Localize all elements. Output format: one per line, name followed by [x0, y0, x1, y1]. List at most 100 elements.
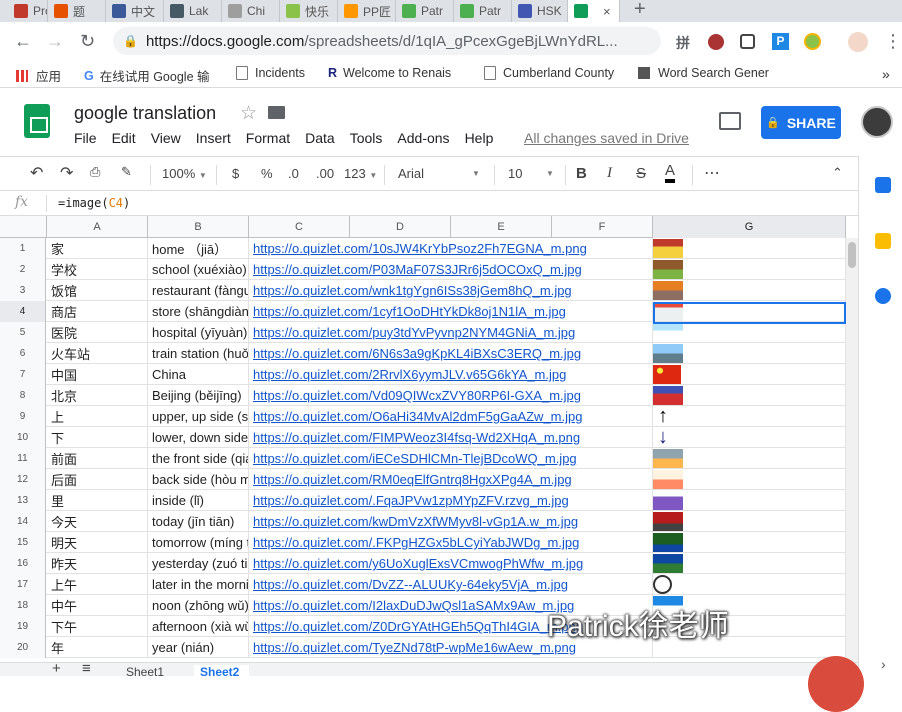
cell-chinese[interactable]: 前面	[47, 448, 148, 469]
bookmark-renais[interactable]: R Welcome to Renais	[328, 66, 451, 80]
cell-image[interactable]	[653, 364, 846, 385]
row-header[interactable]: 13	[0, 490, 46, 511]
menu-help[interactable]: Help	[465, 130, 494, 146]
browser-tab[interactable]: 快乐	[280, 0, 338, 22]
row-header[interactable]: 8	[0, 385, 46, 406]
cell-image[interactable]	[653, 343, 846, 364]
browser-menu-icon[interactable]: ⋮	[884, 32, 902, 50]
cell-english[interactable]: store (shāngdiàn	[148, 301, 249, 322]
add-sheet-icon[interactable]: +	[52, 660, 61, 677]
cell-image[interactable]	[653, 511, 846, 532]
new-tab-icon[interactable]: +	[634, 0, 646, 21]
cell-english[interactable]: China	[148, 364, 249, 385]
cell-chinese[interactable]: 中午	[47, 595, 148, 616]
strikethrough-icon[interactable]: S	[636, 165, 646, 182]
cell-english[interactable]: Beijing (běijīng)	[148, 385, 249, 406]
row-header[interactable]: 11	[0, 448, 46, 469]
column-header-e[interactable]: E	[451, 216, 552, 238]
cell-chinese[interactable]: 医院	[47, 322, 148, 343]
cell-chinese[interactable]: 商店	[47, 301, 148, 322]
expand-panel-icon[interactable]: ›	[881, 656, 886, 672]
cell-chinese[interactable]: 上午	[47, 574, 148, 595]
cell-english[interactable]: later in the morni	[148, 574, 249, 595]
browser-tab[interactable]: Lak	[164, 0, 222, 22]
row-header[interactable]: 7	[0, 364, 46, 385]
cell-image[interactable]: ↑	[653, 406, 846, 427]
cell-english[interactable]: home （jiā）	[148, 238, 249, 259]
bold-icon[interactable]: B	[576, 165, 587, 182]
extension-avatar-icon[interactable]	[708, 34, 724, 50]
row-header[interactable]: 16	[0, 553, 46, 574]
menu-file[interactable]: File	[74, 130, 97, 146]
share-button[interactable]: 🔒 SHARE	[761, 106, 841, 139]
keep-icon[interactable]	[875, 233, 891, 249]
profile-icon[interactable]	[848, 32, 868, 52]
browser-tab[interactable]: ×	[568, 0, 620, 22]
cell-image-url[interactable]: https://o.quizlet.com/.FKPgHZGx5bLCyiYab…	[249, 532, 653, 553]
calendar-icon[interactable]	[875, 177, 891, 193]
cell-english[interactable]: school (xuéxiào)	[148, 259, 249, 280]
row-header[interactable]: 20	[0, 637, 46, 658]
cell-image-url[interactable]: https://o.quizlet.com/P03MaF07S3JRr6j5dO…	[249, 259, 653, 280]
cell-image-url[interactable]: https://o.quizlet.com/10sJW4KrYbPsoz2Fh7…	[249, 238, 653, 259]
cell-english[interactable]: restaurant (fàngu	[148, 280, 249, 301]
row-header[interactable]: 4	[0, 301, 46, 322]
cell-image[interactable]	[653, 448, 846, 469]
cell-chinese[interactable]: 家	[47, 238, 148, 259]
bookmark-incidents[interactable]: Incidents	[236, 66, 305, 80]
cell-english[interactable]: back side (hòu m	[148, 469, 249, 490]
sheets-logo-icon[interactable]	[24, 104, 50, 138]
cell-image-url[interactable]: https://o.quizlet.com/y6UoXuglExsVCmwogP…	[249, 553, 653, 574]
cell-chinese[interactable]: 中国	[47, 364, 148, 385]
menu-insert[interactable]: Insert	[196, 130, 231, 146]
format-currency-button[interactable]: $	[232, 166, 239, 181]
bookmark-apps[interactable]: 应用	[16, 66, 61, 85]
cell-image[interactable]	[653, 238, 846, 259]
cell-chinese[interactable]: 北京	[47, 385, 148, 406]
zoom-select[interactable]: 100% ▼	[162, 166, 207, 181]
cell-english[interactable]: hospital (yīyuàn)	[148, 322, 249, 343]
vertical-scrollbar[interactable]	[846, 238, 858, 676]
cell-chinese[interactable]: 下午	[47, 616, 148, 637]
bookmark-word-search[interactable]: Word Search Gener	[638, 66, 769, 80]
back-icon[interactable]: ←	[14, 32, 32, 50]
menu-data[interactable]: Data	[305, 130, 335, 146]
cell-chinese[interactable]: 年	[47, 637, 148, 658]
cell-image[interactable]	[653, 322, 846, 343]
row-header[interactable]: 10	[0, 427, 46, 448]
text-color-icon[interactable]: A	[665, 162, 676, 183]
cell-image[interactable]	[653, 490, 846, 511]
sheet-tab-sheet1[interactable]: Sheet1	[126, 665, 164, 679]
row-header[interactable]: 12	[0, 469, 46, 490]
cell-english[interactable]: lower, down side	[148, 427, 249, 448]
doc-title[interactable]: google translation	[74, 103, 216, 124]
cell-english[interactable]: yesterday (zuó ti	[148, 553, 249, 574]
cell-english[interactable]: the front side (qia	[148, 448, 249, 469]
cell-chinese[interactable]: 饭馆	[47, 280, 148, 301]
reload-icon[interactable]: ↻	[80, 32, 95, 50]
column-header-c[interactable]: C	[249, 216, 350, 238]
cell-english[interactable]: upper, up side (s	[148, 406, 249, 427]
star-icon[interactable]: ☆	[240, 102, 257, 125]
menu-addons[interactable]: Add-ons	[397, 130, 449, 146]
cell-image-url[interactable]: https://o.quizlet.com/kwDmVzXfWMyv8l-vGp…	[249, 511, 653, 532]
menu-view[interactable]: View	[151, 130, 181, 146]
save-status[interactable]: All changes saved in Drive	[524, 130, 689, 146]
format-percent-button[interactable]: %	[261, 166, 273, 181]
cell-image[interactable]	[653, 574, 846, 595]
cell-chinese[interactable]: 上	[47, 406, 148, 427]
cell-image[interactable]	[653, 469, 846, 490]
sheet-tab-sheet2[interactable]: Sheet2	[194, 665, 250, 679]
menu-format[interactable]: Format	[246, 130, 290, 146]
cell-chinese[interactable]: 后面	[47, 469, 148, 490]
cell-image[interactable]	[653, 385, 846, 406]
column-header-f[interactable]: F	[552, 216, 653, 238]
row-header[interactable]: 18	[0, 595, 46, 616]
row-header[interactable]: 3	[0, 280, 46, 301]
address-bar[interactable]: 🔒 https://docs.google.com/spreadsheets/d…	[113, 27, 661, 55]
cell-english[interactable]: year (nián)	[148, 637, 249, 658]
column-header-a[interactable]: A	[47, 216, 148, 238]
cell-image-url[interactable]: https://o.quizlet.com/2RrvlX6yymJLV.v65G…	[249, 364, 653, 385]
column-header-g[interactable]: G	[653, 216, 846, 238]
cell-image-url[interactable]: https://o.quizlet.com/puy3tdYvPyvnp2NYM4…	[249, 322, 653, 343]
